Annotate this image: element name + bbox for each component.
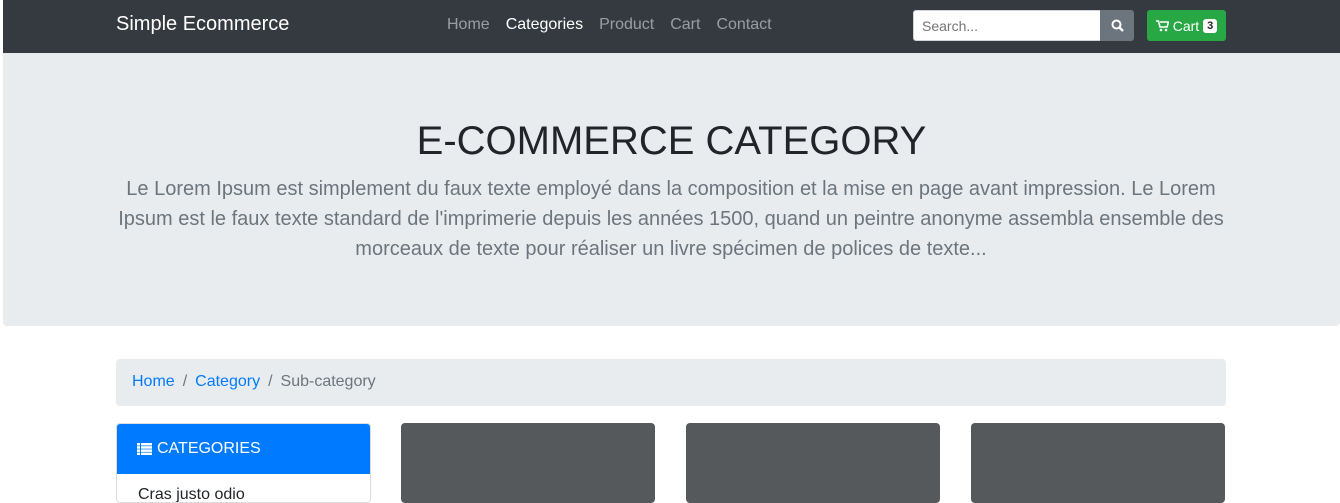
breadcrumb-home[interactable]: Home bbox=[132, 373, 175, 390]
list-icon bbox=[137, 443, 152, 455]
hero-description: Le Lorem Ipsum est simplement du faux te… bbox=[118, 178, 1224, 260]
search-button[interactable] bbox=[1100, 10, 1134, 41]
search-icon bbox=[1111, 19, 1124, 32]
cart-label: Cart bbox=[1172, 17, 1200, 34]
hero-jumbotron: E-COMMERCE CATEGORY Le Lorem Ipsum est s… bbox=[3, 53, 1340, 326]
nav-home[interactable]: Home bbox=[447, 16, 490, 34]
product-card-image[interactable] bbox=[686, 423, 940, 503]
search-input[interactable] bbox=[913, 10, 1101, 41]
cart-count-badge: 3 bbox=[1203, 18, 1218, 33]
nav-links: Home Categories Product Cart Contact bbox=[447, 16, 772, 34]
cart-button[interactable]: Cart 3 bbox=[1147, 10, 1226, 41]
brand-link[interactable]: Simple Ecommerce bbox=[116, 13, 289, 36]
breadcrumb-current: Sub-category bbox=[280, 373, 376, 390]
shopping-cart-icon bbox=[1155, 19, 1169, 31]
navbar: Simple Ecommerce Home Categories Product… bbox=[3, 0, 1340, 53]
page-title: E-COMMERCE CATEGORY bbox=[416, 119, 927, 163]
product-card-image[interactable] bbox=[401, 423, 655, 503]
category-item[interactable]: Cras justo odio bbox=[117, 474, 370, 502]
categories-panel: CATEGORIES Cras justo odio bbox=[116, 423, 371, 503]
nav-contact[interactable]: Contact bbox=[716, 16, 771, 34]
nav-cart[interactable]: Cart bbox=[670, 16, 700, 34]
nav-product[interactable]: Product bbox=[599, 16, 654, 34]
breadcrumb: Home / Category / Sub-category bbox=[116, 359, 1226, 406]
categories-title: CATEGORIES bbox=[157, 440, 261, 457]
nav-categories[interactable]: Categories bbox=[506, 16, 583, 34]
product-card-image[interactable] bbox=[971, 423, 1225, 503]
categories-header: CATEGORIES bbox=[117, 424, 370, 474]
breadcrumb-category[interactable]: Category bbox=[195, 373, 260, 390]
